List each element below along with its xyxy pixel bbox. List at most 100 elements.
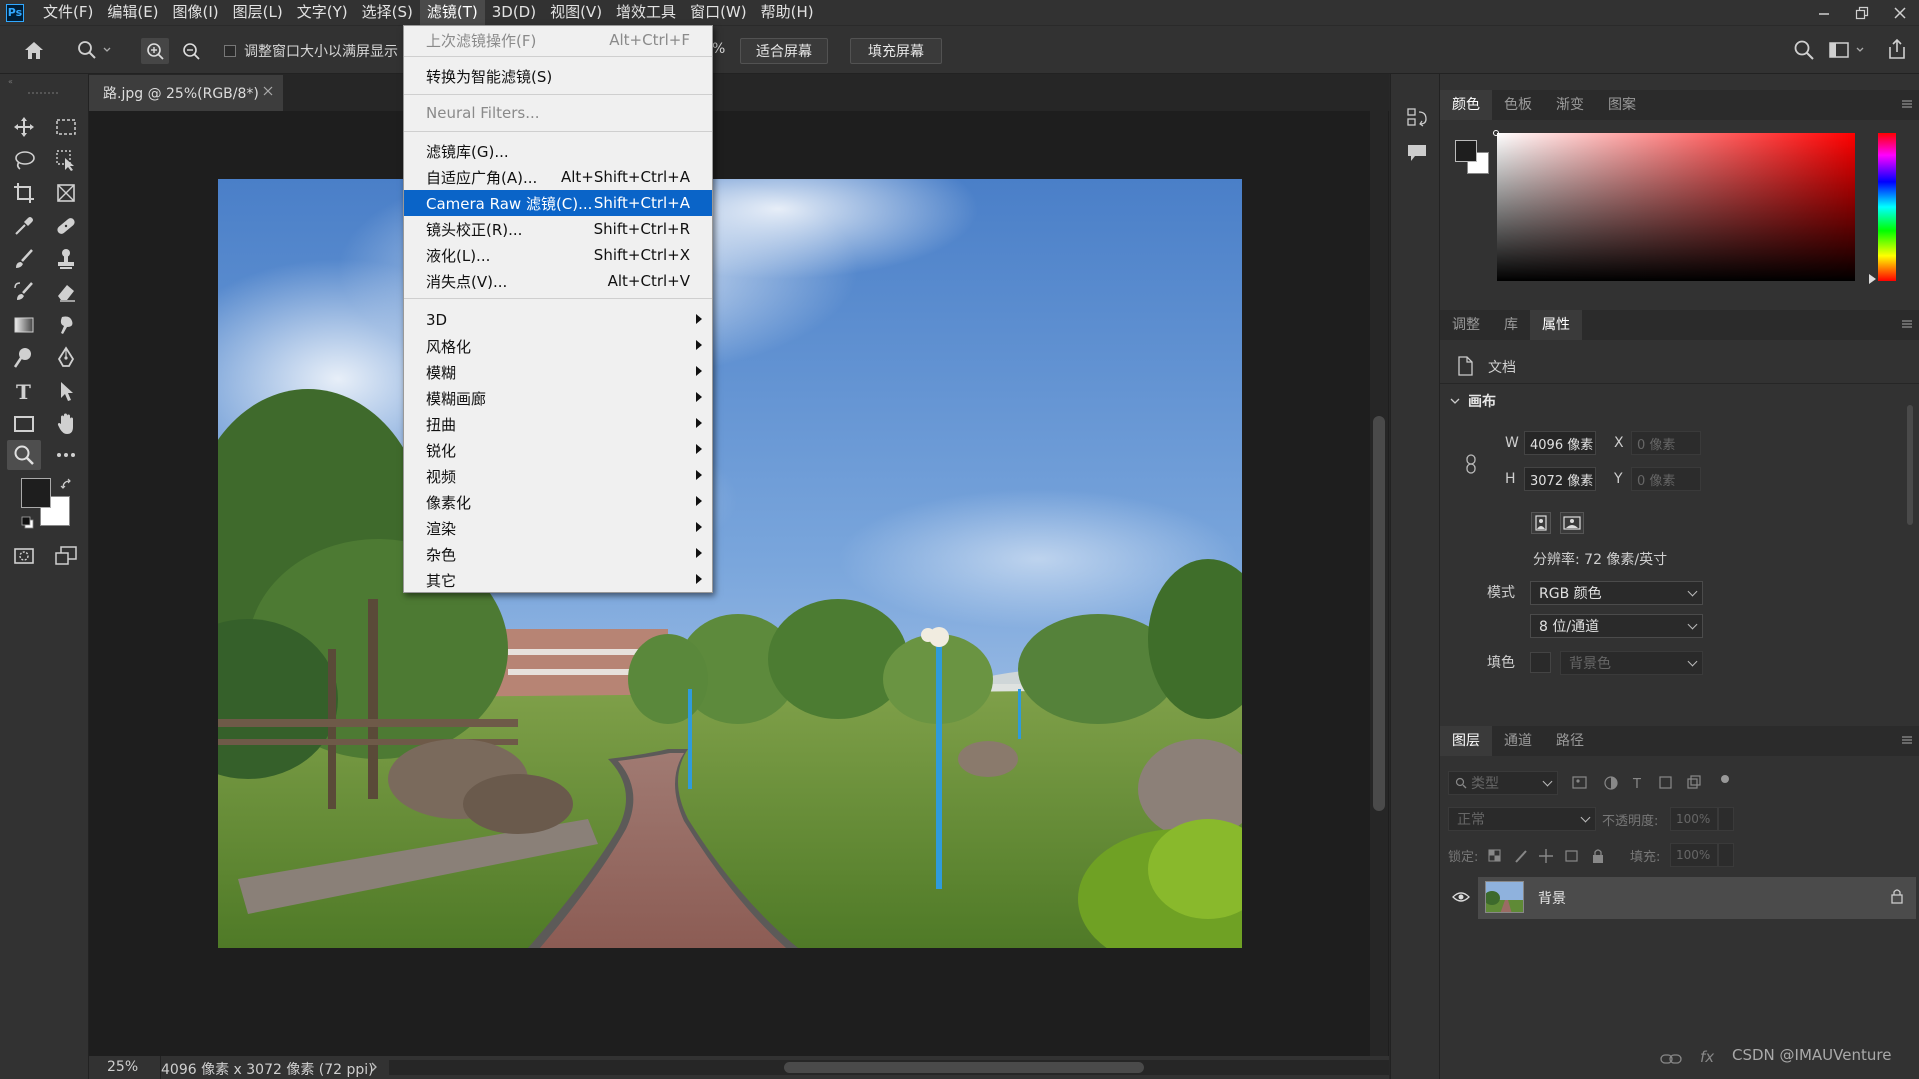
rectangular-marquee-icon[interactable] <box>50 112 82 142</box>
hue-slider-handle[interactable] <box>1869 274 1876 284</box>
workspace-icon[interactable] <box>1828 40 1868 60</box>
menu-image[interactable]: 图像(I) <box>166 0 226 25</box>
menu-item-3d[interactable]: 3D <box>404 307 712 333</box>
rectangle-tool-icon[interactable] <box>8 409 40 439</box>
color-swatches-small[interactable] <box>1455 140 1490 175</box>
comments-panel-icon[interactable] <box>1406 142 1428 164</box>
hand-tool-icon[interactable] <box>50 409 82 439</box>
menu-item-adaptive-wide-angle[interactable]: 自适应广角(A)... Alt+Shift+Ctrl+A <box>404 164 712 190</box>
layer-row[interactable]: 背景 <box>1478 877 1916 919</box>
menu-item-pixelate[interactable]: 像素化 <box>404 489 712 515</box>
frame-tool-icon[interactable] <box>50 178 82 208</box>
tab-adjustments[interactable]: 调整 <box>1440 310 1492 340</box>
tab-layers[interactable]: 图层 <box>1440 726 1492 756</box>
more-tools-icon[interactable] <box>50 440 82 470</box>
tab-libraries[interactable]: 库 <box>1492 310 1530 340</box>
menu-filter[interactable]: 滤镜(T) <box>419 0 485 25</box>
horizontal-scroll-thumb[interactable] <box>784 1062 1144 1073</box>
menu-item-lens-correction[interactable]: 镜头校正(R)... Shift+Ctrl+R <box>404 216 712 242</box>
link-layers-icon[interactable] <box>1660 1052 1682 1066</box>
default-colors-icon[interactable] <box>21 516 35 530</box>
menu-plugins[interactable]: 增效工具 <box>609 0 683 25</box>
foreground-color-swatch[interactable] <box>21 478 51 508</box>
menu-item-blur[interactable]: 模糊 <box>404 359 712 385</box>
tab-gradients[interactable]: 渐变 <box>1544 90 1596 120</box>
panel-menu-icon[interactable] <box>1901 98 1913 110</box>
close-icon[interactable] <box>1881 0 1919 25</box>
menu-item-video[interactable]: 视频 <box>404 463 712 489</box>
menu-help[interactable]: 帮助(H) <box>754 0 821 25</box>
layer-filter-dropdown[interactable]: 类型 <box>1448 771 1558 795</box>
link-dimensions-icon[interactable] <box>1464 453 1478 475</box>
lasso-tool-icon[interactable] <box>8 145 40 175</box>
close-tab-icon[interactable] <box>263 86 273 96</box>
fx-icon[interactable]: fx <box>1700 1048 1714 1066</box>
screen-mode-icon[interactable] <box>50 541 82 571</box>
opacity-dropdown-arrow[interactable] <box>1718 807 1734 831</box>
layer-name[interactable]: 背景 <box>1538 888 1566 908</box>
menu-file[interactable]: 文件(F) <box>36 0 100 25</box>
history-brush-icon[interactable] <box>8 277 40 307</box>
menu-item-blur-gallery[interactable]: 模糊画廊 <box>404 385 712 411</box>
clone-stamp-icon[interactable] <box>50 244 82 274</box>
landscape-orientation-icon[interactable] <box>1560 512 1584 534</box>
panel-menu-icon[interactable] <box>1901 734 1913 746</box>
swap-colors-icon[interactable] <box>60 478 74 492</box>
restore-icon[interactable] <box>1843 0 1881 25</box>
menu-item-convert-smart-filters[interactable]: 转换为智能滤镜(S) <box>404 63 712 89</box>
object-selection-icon[interactable] <box>50 145 82 175</box>
menu-layer[interactable]: 图层(L) <box>226 0 290 25</box>
menu-item-stylize[interactable]: 风格化 <box>404 333 712 359</box>
layer-visibility-eye-icon[interactable] <box>1452 891 1470 903</box>
portrait-orientation-icon[interactable] <box>1531 512 1551 534</box>
vertical-scroll-thumb[interactable] <box>1373 416 1385 811</box>
opacity-field[interactable]: 100% <box>1670 807 1718 831</box>
vertical-scrollbar[interactable] <box>1370 111 1388 1056</box>
move-tool-icon[interactable] <box>8 112 40 142</box>
menu-item-neural-filters[interactable]: Neural Filters... <box>404 100 712 126</box>
home-icon[interactable] <box>22 39 46 61</box>
menu-item-camera-raw-filter[interactable]: Camera Raw 滤镜(C)... Shift+Ctrl+A <box>404 190 712 216</box>
fill-opacity-field[interactable]: 100% <box>1670 843 1718 867</box>
document-image[interactable] <box>218 179 1242 948</box>
foreground-color-chip[interactable] <box>1455 140 1477 162</box>
menu-window[interactable]: 窗口(W) <box>683 0 754 25</box>
properties-scroll-thumb[interactable] <box>1907 405 1913 525</box>
fit-screen-button[interactable]: 适合屏幕 <box>740 38 828 64</box>
eraser-icon[interactable] <box>50 277 82 307</box>
hue-slider[interactable] <box>1878 133 1896 281</box>
pen-tool-icon[interactable] <box>50 343 82 373</box>
section-collapse-icon[interactable] <box>1450 396 1460 406</box>
layer-lock-icon[interactable] <box>1890 888 1904 904</box>
fill-screen-button[interactable]: 填充屏幕 <box>850 38 942 64</box>
menu-edit[interactable]: 编辑(E) <box>100 0 165 25</box>
status-expand-icon[interactable] <box>369 1061 379 1073</box>
fill-dropdown-arrow[interactable] <box>1718 843 1734 867</box>
lock-options-icons[interactable] <box>1486 847 1626 865</box>
healing-brush-icon[interactable] <box>50 211 82 241</box>
tab-color[interactable]: 颜色 <box>1440 90 1492 120</box>
dodge-tool-icon[interactable] <box>8 343 40 373</box>
color-picker-handle[interactable] <box>1493 130 1499 136</box>
status-zoom[interactable]: 25% <box>107 1059 138 1075</box>
zoom-tool-preset-icon[interactable] <box>76 39 112 61</box>
panel-menu-icon[interactable] <box>1901 318 1913 330</box>
zoom-tool-icon[interactable] <box>7 440 41 470</box>
tab-properties[interactable]: 属性 <box>1530 310 1582 340</box>
blend-mode-dropdown[interactable]: 正常 <box>1448 807 1596 831</box>
menu-view[interactable]: 视图(V) <box>543 0 609 25</box>
resize-window-checkbox[interactable] <box>224 45 236 57</box>
document-tab[interactable]: 路.jpg @ 25%(RGB/8*) <box>89 75 283 111</box>
color-mode-dropdown[interactable]: RGB 颜色 <box>1530 581 1703 605</box>
history-panel-icon[interactable] <box>1406 106 1428 130</box>
minimize-icon[interactable] <box>1805 0 1843 25</box>
menu-item-render[interactable]: 渲染 <box>404 515 712 541</box>
gradient-tool-icon[interactable] <box>8 310 40 340</box>
path-selection-icon[interactable] <box>50 376 82 406</box>
menu-item-sharpen[interactable]: 锐化 <box>404 437 712 463</box>
width-field[interactable]: 4096 像素 <box>1524 431 1596 455</box>
menu-item-other[interactable]: 其它 <box>404 567 712 593</box>
bit-depth-dropdown[interactable]: 8 位/通道 <box>1530 614 1703 638</box>
menu-item-noise[interactable]: 杂色 <box>404 541 712 567</box>
menu-select[interactable]: 选择(S) <box>355 0 420 25</box>
